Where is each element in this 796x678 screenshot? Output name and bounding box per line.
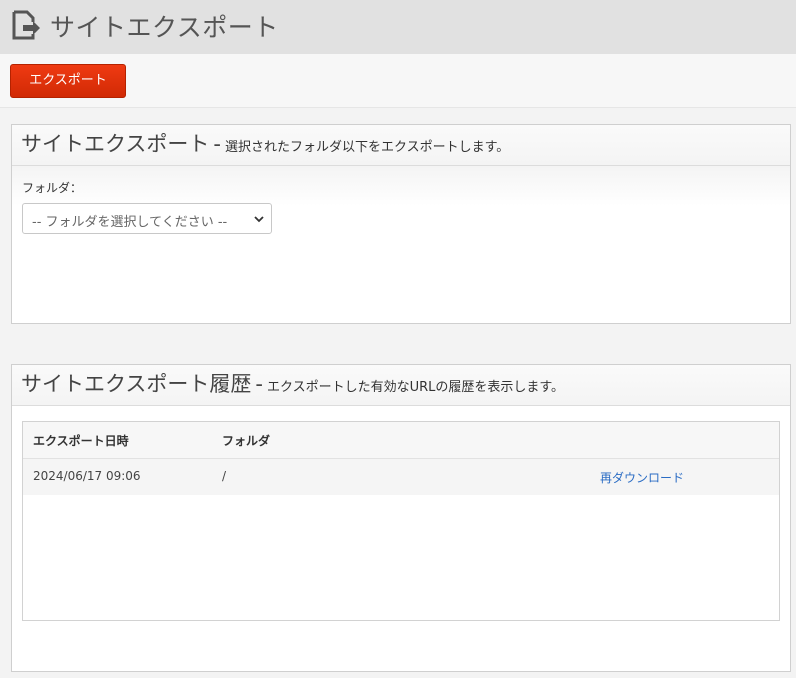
history-table: エクスポート日時 フォルダ 2024/06/17 09:06 / 再ダウンロード <box>22 421 780 621</box>
redownload-link[interactable]: 再ダウンロード <box>600 469 684 486</box>
history-panel: サイトエクスポート履歴 - エクスポートした有効なURLの履歴を表示します。 エクス… <box>11 364 791 672</box>
export-panel-separator: - <box>213 132 221 156</box>
toolbar: エクスポート <box>0 54 796 108</box>
page-header: サイトエクスポート <box>0 0 796 54</box>
folder-cell: / <box>222 469 227 483</box>
export-panel-body-shade <box>12 166 790 206</box>
export-panel: サイトエクスポート - 選択されたフォルダ以下をエクスポートします。 フォルダ： -… <box>11 124 791 324</box>
chevron-down-icon <box>254 216 264 223</box>
column-header-folder: フォルダ <box>222 434 271 448</box>
page-title: サイトエクスポート <box>50 13 279 42</box>
export-panel-description: 選択されたフォルダ以下をエクスポートします。 <box>224 140 510 155</box>
table-row: 2024/06/17 09:06 / 再ダウンロード <box>23 459 779 495</box>
table-header-row: エクスポート日時 フォルダ <box>23 422 779 459</box>
column-header-export-date: エクスポート日時 <box>33 434 129 448</box>
export-panel-header: サイトエクスポート - 選択されたフォルダ以下をエクスポートします。 <box>12 125 790 166</box>
history-panel-title: サイトエクスポート履歴 <box>21 372 252 396</box>
history-panel-separator: - <box>255 372 263 396</box>
export-date-cell: 2024/06/17 09:06 <box>33 469 141 483</box>
export-button[interactable]: エクスポート <box>10 64 126 98</box>
folder-select[interactable]: -- フォルダを選択してください -- <box>22 203 272 234</box>
history-panel-description: エクスポートした有効なURLの履歴を表示します。 <box>266 380 565 395</box>
folder-select-value: -- フォルダを選択してください -- <box>32 215 228 230</box>
history-panel-header: サイトエクスポート履歴 - エクスポートした有効なURLの履歴を表示します。 <box>12 365 790 406</box>
folder-label: フォルダ： <box>22 181 83 195</box>
export-panel-title: サイトエクスポート <box>21 132 210 156</box>
export-file-icon <box>12 10 40 40</box>
